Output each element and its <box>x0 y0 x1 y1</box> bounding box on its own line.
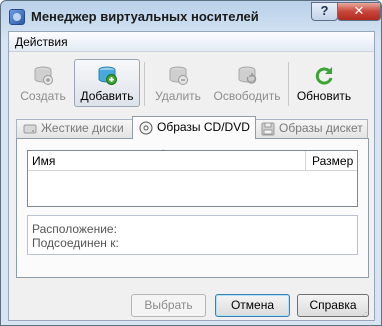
refresh-icon <box>315 67 333 85</box>
list-header: ˆ Имя Размер <box>28 149 357 171</box>
title-close-button[interactable]: ✕ <box>337 2 381 21</box>
toolbar-remove-label: Удалить <box>155 89 201 103</box>
tab-hard-disks[interactable]: Жесткие диски <box>16 119 134 138</box>
disk-remove-icon <box>169 66 188 85</box>
attached-to-label: Подсоединен к: <box>32 236 119 250</box>
toolbar-remove-button[interactable]: Удалить <box>150 59 206 107</box>
select-button[interactable]: Выбрать <box>131 294 206 317</box>
menu-bar: Действия <box>9 32 374 52</box>
media-type-tabs: Жесткие диски Образы CD/DVD Образы диске… <box>16 116 369 139</box>
toolbar-add-label: Добавить <box>80 89 134 103</box>
disk-new-icon <box>34 66 53 85</box>
title-help-button[interactable]: ? <box>311 2 338 21</box>
column-divider[interactable] <box>305 151 306 171</box>
toolbar-separator <box>144 62 145 106</box>
toolbar-refresh-label: Обновить <box>296 89 352 103</box>
tab-panel-cd-dvd: ˆ Имя Размер Расположение: Подсоединен к… <box>16 138 369 278</box>
toolbar-refresh-button[interactable]: Обновить <box>293 59 355 107</box>
window-title: Менеджер виртуальных носителей <box>31 9 259 24</box>
cd-dvd-icon <box>139 121 153 135</box>
tab-cd-dvd-images[interactable]: Образы CD/DVD <box>132 116 256 139</box>
toolbar-release-label: Освободить <box>213 89 281 103</box>
toolbar-add-button[interactable]: Добавить <box>74 59 140 107</box>
floppy-icon <box>261 122 275 136</box>
cancel-button[interactable]: Отмена <box>215 294 290 317</box>
toolbar-create-label: Создать <box>20 89 66 103</box>
column-header-size[interactable]: Размер <box>312 154 353 168</box>
help-button[interactable]: Справка <box>297 294 369 317</box>
media-list[interactable]: ˆ Имя Размер <box>27 149 358 207</box>
menu-actions[interactable]: Действия <box>15 35 68 49</box>
tab-floppy-images[interactable]: Образы дискет <box>254 119 368 138</box>
media-manager-window: Менеджер виртуальных носителей ? ✕ Дейст… <box>0 0 382 326</box>
toolbar-separator <box>288 62 289 106</box>
disk-add-icon <box>98 66 117 85</box>
sort-indicator-icon: ˆ <box>162 149 165 158</box>
media-details-box: Расположение: Подсоединен к: <box>27 215 358 255</box>
resize-grip-icon[interactable]: ⋰ <box>362 308 372 318</box>
disk-release-icon <box>238 66 257 84</box>
app-icon <box>9 9 25 25</box>
dialog-client-area: Действия Создать Добавить Удалить Освобо… <box>8 31 375 321</box>
title-bar[interactable]: Менеджер виртуальных носителей ? ✕ <box>1 1 381 31</box>
column-header-name[interactable]: Имя <box>32 154 55 168</box>
toolbar-release-button[interactable]: Освободить <box>210 59 284 107</box>
hard-disk-icon <box>23 124 37 134</box>
toolbar-create-button[interactable]: Создать <box>15 59 71 107</box>
location-label: Расположение: <box>32 222 117 236</box>
